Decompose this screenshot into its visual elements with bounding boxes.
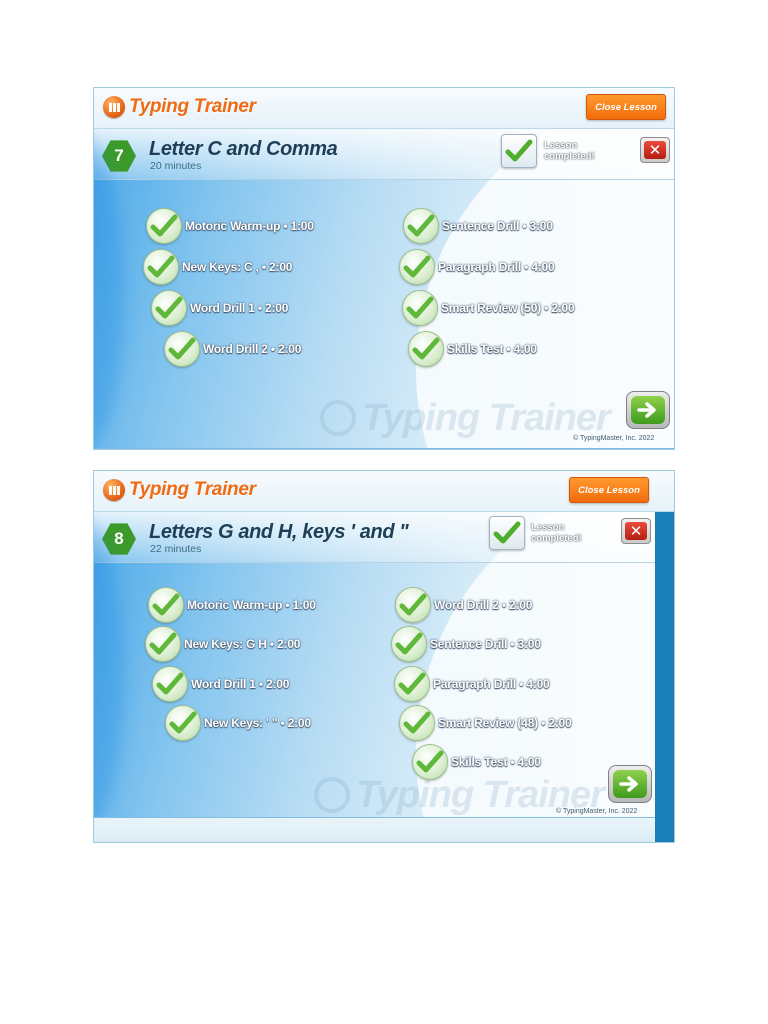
lesson-7-screenshot: Typing Trainer Close Lesson 7 Letter C a… bbox=[93, 87, 675, 450]
lesson-panel-background: 7 Letter C and Comma 20 minutes Lesson c… bbox=[94, 129, 674, 449]
lesson-duration: 20 minutes bbox=[150, 160, 202, 172]
app-header: Typing Trainer Close Lesson bbox=[94, 471, 674, 512]
activity-label: Motoric Warm-up • 1:00 bbox=[185, 219, 314, 233]
activity-item[interactable]: Smart Review (50) • 2:00 bbox=[402, 290, 575, 326]
next-button[interactable] bbox=[626, 391, 670, 429]
check-icon bbox=[412, 744, 448, 780]
activity-item[interactable]: New Keys: C , • 2:00 bbox=[143, 249, 293, 285]
check-icon bbox=[165, 705, 201, 741]
window-side-strip bbox=[655, 512, 674, 842]
activity-item[interactable]: New Keys: G H • 2:00 bbox=[145, 626, 301, 662]
activity-item[interactable]: Skills Test • 4:00 bbox=[408, 331, 537, 367]
close-icon[interactable]: ✕ bbox=[640, 137, 670, 163]
activity-label: Paragraph Drill • 4:00 bbox=[433, 677, 550, 691]
activity-item[interactable]: Word Drill 1 • 2:00 bbox=[151, 290, 289, 326]
app-header: Typing Trainer Close Lesson bbox=[94, 88, 674, 129]
check-icon bbox=[152, 666, 188, 702]
arrow-right-icon bbox=[637, 402, 656, 418]
activity-item[interactable]: Skills Test • 4:00 bbox=[412, 744, 541, 780]
check-icon bbox=[403, 208, 439, 244]
activity-item[interactable]: New Keys: ' " • 2:00 bbox=[165, 705, 311, 741]
lesson-duration: 22 minutes bbox=[150, 543, 202, 555]
lesson-panel: 7 Letter C and Comma 20 minutes Lesson c… bbox=[94, 129, 674, 449]
activity-item[interactable]: Word Drill 2 • 2:00 bbox=[395, 587, 533, 623]
next-button[interactable] bbox=[608, 765, 652, 803]
check-icon bbox=[391, 626, 427, 662]
logo-text: Typing Trainer bbox=[129, 479, 256, 500]
check-icon bbox=[145, 626, 181, 662]
activity-item[interactable]: Motoric Warm-up • 1:00 bbox=[146, 208, 314, 244]
activity-item[interactable]: Motoric Warm-up • 1:00 bbox=[148, 587, 316, 623]
check-icon bbox=[148, 587, 184, 623]
lesson-completed-check-icon bbox=[489, 516, 525, 550]
activity-label: Motoric Warm-up • 1:00 bbox=[187, 598, 316, 612]
close-lesson-button[interactable]: Close Lesson bbox=[569, 477, 649, 503]
lesson-8-screenshot: Typing Trainer Close Lesson 8 Letters G … bbox=[93, 470, 675, 843]
check-icon bbox=[399, 705, 435, 741]
typing-trainer-logo-icon bbox=[103, 479, 125, 501]
typing-trainer-watermark: Typing Trainer bbox=[320, 397, 611, 440]
app-logo: Typing Trainer bbox=[103, 94, 256, 120]
activity-item[interactable]: Sentence Drill • 3:00 bbox=[391, 626, 541, 662]
lesson-completed-label: Lesson completed! bbox=[531, 522, 582, 544]
close-icon[interactable]: ✕ bbox=[621, 518, 651, 544]
activity-label: Sentence Drill • 3:00 bbox=[442, 219, 553, 233]
app-logo: Typing Trainer bbox=[103, 477, 256, 503]
activity-item[interactable]: Paragraph Drill • 4:00 bbox=[399, 249, 555, 285]
activity-label: Paragraph Drill • 4:00 bbox=[438, 260, 555, 274]
activity-label: Word Drill 1 • 2:00 bbox=[190, 301, 289, 315]
check-icon bbox=[395, 587, 431, 623]
activity-item[interactable]: Word Drill 2 • 2:00 bbox=[164, 331, 302, 367]
activity-label: Word Drill 2 • 2:00 bbox=[203, 342, 302, 356]
check-icon bbox=[394, 666, 430, 702]
activity-label: New Keys: G H • 2:00 bbox=[184, 637, 301, 651]
activity-item[interactable]: Paragraph Drill • 4:00 bbox=[394, 666, 550, 702]
lesson-title: Letter C and Comma bbox=[149, 138, 338, 160]
activity-label: Sentence Drill • 3:00 bbox=[430, 637, 541, 651]
lesson-completed-check-icon bbox=[501, 134, 537, 168]
activity-label: New Keys: ' " • 2:00 bbox=[204, 716, 311, 730]
activity-label: Smart Review (48) • 2:00 bbox=[438, 716, 572, 730]
activity-item[interactable]: Smart Review (48) • 2:00 bbox=[399, 705, 572, 741]
close-lesson-button[interactable]: Close Lesson bbox=[586, 94, 666, 120]
copyright-text: © TypingMaster, Inc. 2022 bbox=[556, 808, 638, 815]
check-icon bbox=[399, 249, 435, 285]
lesson-completed-label: Lesson completed! bbox=[544, 140, 595, 162]
check-icon bbox=[143, 249, 179, 285]
check-icon bbox=[151, 290, 187, 326]
lesson-panel-background: 8 Letters G and H, keys ' and " 22 minut… bbox=[94, 512, 655, 818]
check-icon bbox=[408, 331, 444, 367]
lesson-panel: 8 Letters G and H, keys ' and " 22 minut… bbox=[94, 512, 655, 818]
check-icon bbox=[402, 290, 438, 326]
activity-label: Skills Test • 4:00 bbox=[447, 342, 537, 356]
copyright-text: © TypingMaster, Inc. 2022 bbox=[573, 435, 655, 442]
activity-item[interactable]: Word Drill 1 • 2:00 bbox=[152, 666, 290, 702]
activity-label: New Keys: C , • 2:00 bbox=[182, 260, 293, 274]
lesson-title: Letters G and H, keys ' and " bbox=[149, 521, 409, 543]
logo-text: Typing Trainer bbox=[129, 96, 256, 117]
arrow-right-icon bbox=[619, 776, 638, 792]
typing-trainer-logo-icon bbox=[103, 96, 125, 118]
check-icon bbox=[164, 331, 200, 367]
activity-label: Word Drill 1 • 2:00 bbox=[191, 677, 290, 691]
activity-label: Skills Test • 4:00 bbox=[451, 755, 541, 769]
check-icon bbox=[146, 208, 182, 244]
activity-label: Smart Review (50) • 2:00 bbox=[441, 301, 575, 315]
activity-label: Word Drill 2 • 2:00 bbox=[434, 598, 533, 612]
window-bottom-strip bbox=[94, 818, 655, 842]
activity-item[interactable]: Sentence Drill • 3:00 bbox=[403, 208, 553, 244]
